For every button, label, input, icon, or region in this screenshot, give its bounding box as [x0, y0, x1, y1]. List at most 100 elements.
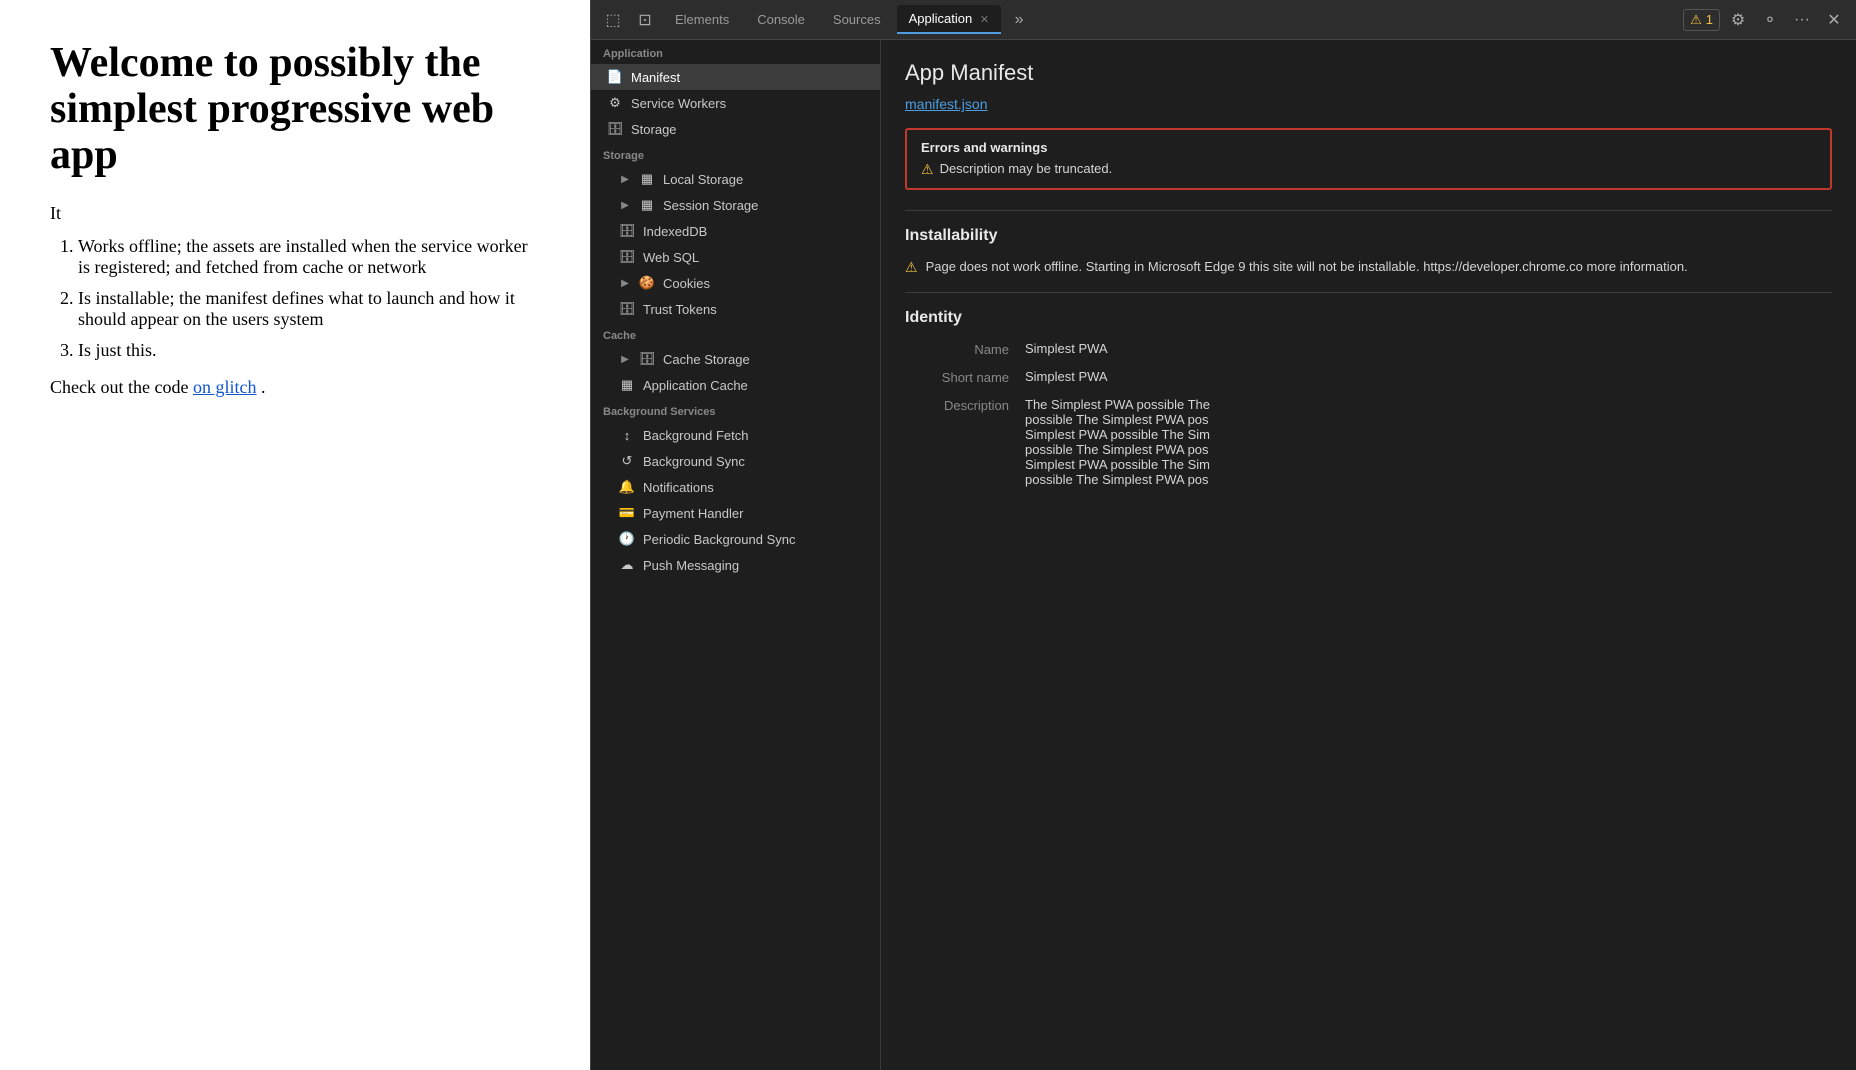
sidebar-label-application-cache: Application Cache	[643, 378, 748, 393]
installability-warning-icon: ⚠	[905, 259, 918, 276]
sidebar-label-local-storage: Local Storage	[663, 172, 743, 187]
devtools-body: Application 📄 Manifest ⚙ Service Workers…	[591, 40, 1856, 1070]
glitch-link[interactable]: on glitch	[193, 377, 257, 397]
sidebar-item-manifest[interactable]: 📄 Manifest	[591, 64, 880, 90]
footer-suffix: .	[261, 377, 266, 397]
expand-cookies-icon: ▶	[619, 277, 631, 289]
sidebar-item-application-cache[interactable]: ▦ Application Cache	[591, 372, 880, 398]
sidebar-label-indexeddb: IndexedDB	[643, 224, 707, 239]
name-label: Name	[905, 341, 1025, 357]
close-devtools-icon[interactable]: ✕	[1820, 6, 1848, 34]
sidebar-item-trust-tokens[interactable]: 🗄 Trust Tokens	[591, 296, 880, 322]
sidebar-item-notifications[interactable]: 🔔 Notifications	[591, 474, 880, 500]
storage-root-icon: 🗄	[607, 121, 623, 137]
manifest-icon: 📄	[607, 69, 623, 85]
devtools-topbar: ⬚ ⊡ Elements Console Sources Application…	[591, 0, 1856, 40]
sidebar-item-service-workers[interactable]: ⚙ Service Workers	[591, 90, 880, 116]
tab-console[interactable]: Console	[745, 6, 817, 33]
footer-prefix: Check out the code	[50, 377, 193, 397]
background-sync-icon: ↺	[619, 453, 635, 469]
section-divider-1	[905, 210, 1832, 211]
warning-badge[interactable]: ⚠ 1	[1683, 9, 1720, 31]
installability-title: Installability	[905, 227, 1832, 245]
desc-line-2: possible The Simplest PWA pos	[1025, 412, 1832, 427]
sidebar-label-storage-root: Storage	[631, 122, 677, 137]
identity-description-row: Description The Simplest PWA possible Th…	[905, 397, 1832, 487]
tab-close-icon[interactable]: ✕	[980, 14, 989, 26]
more-tabs-icon[interactable]: »	[1005, 6, 1033, 34]
sidebar-section-application: Application	[591, 40, 880, 64]
sidebar-label-cookies: Cookies	[663, 276, 710, 291]
local-storage-grid-icon: ▦	[639, 171, 655, 187]
installability-warning: ⚠ Page does not work offline. Starting i…	[905, 259, 1832, 276]
tab-application[interactable]: Application ✕	[897, 5, 1001, 34]
sidebar-item-cache-storage[interactable]: ▶ 🗄 Cache Storage	[591, 346, 880, 372]
devtools-main-panel: App Manifest manifest.json Errors and wa…	[881, 40, 1856, 1070]
description-label: Description	[905, 397, 1025, 413]
expand-cache-storage-icon: ▶	[619, 353, 631, 365]
more-options-icon[interactable]: ···	[1788, 6, 1816, 34]
desc-line-4: possible The Simplest PWA pos	[1025, 442, 1832, 457]
periodic-bg-sync-icon: 🕐	[619, 531, 635, 547]
device-toggle-icon[interactable]: ⊡	[631, 6, 659, 34]
background-fetch-icon: ↕	[619, 427, 635, 443]
inspect-element-icon[interactable]: ⬚	[599, 6, 627, 34]
list-item-1: Works offline; the assets are installed …	[78, 236, 540, 278]
trust-tokens-icon: 🗄	[619, 301, 635, 317]
manifest-json-link[interactable]: manifest.json	[905, 96, 987, 112]
desc-line-5: Simplest PWA possible The Sim	[1025, 457, 1832, 472]
sidebar-item-indexeddb[interactable]: 🗄 IndexedDB	[591, 218, 880, 244]
sidebar-label-push-messaging: Push Messaging	[643, 558, 739, 573]
tab-sources[interactable]: Sources	[821, 6, 893, 33]
warning-text-truncated: Description may be truncated.	[940, 161, 1113, 176]
sidebar-label-service-workers: Service Workers	[631, 96, 726, 111]
sidebar-label-background-fetch: Background Fetch	[643, 428, 749, 443]
sidebar-item-storage-root[interactable]: 🗄 Storage	[591, 116, 880, 142]
settings-icon[interactable]: ⚙	[1724, 6, 1752, 34]
warning-triangle-small-icon: ⚠	[921, 161, 934, 178]
service-workers-icon: ⚙	[607, 95, 623, 111]
sidebar-item-web-sql[interactable]: 🗄 Web SQL	[591, 244, 880, 270]
indexeddb-icon: 🗄	[619, 223, 635, 239]
session-storage-grid-icon: ▦	[639, 197, 655, 213]
short-name-value: Simplest PWA	[1025, 369, 1832, 384]
short-name-label: Short name	[905, 369, 1025, 385]
sidebar-label-web-sql: Web SQL	[643, 250, 699, 265]
cookies-icon: 🍪	[639, 275, 655, 291]
warning-count: 1	[1706, 12, 1713, 27]
page-heading: Welcome to possibly the simplest progres…	[50, 40, 540, 179]
sidebar-item-payment-handler[interactable]: 💳 Payment Handler	[591, 500, 880, 526]
desc-line-6: possible The Simplest PWA pos	[1025, 472, 1832, 487]
sidebar-item-push-messaging[interactable]: ☁ Push Messaging	[591, 552, 880, 578]
cache-storage-icon: 🗄	[639, 351, 655, 367]
sidebar-item-background-sync[interactable]: ↺ Background Sync	[591, 448, 880, 474]
sidebar-label-manifest: Manifest	[631, 70, 680, 85]
description-value: The Simplest PWA possible The possible T…	[1025, 397, 1832, 487]
sidebar-label-periodic-bg-sync: Periodic Background Sync	[643, 532, 795, 547]
page-intro: It	[50, 203, 540, 224]
expand-session-storage-icon: ▶	[619, 199, 631, 211]
sidebar-item-cookies[interactable]: ▶ 🍪 Cookies	[591, 270, 880, 296]
sidebar-label-payment-handler: Payment Handler	[643, 506, 743, 521]
sidebar-item-local-storage[interactable]: ▶ ▦ Local Storage	[591, 166, 880, 192]
devtools-panel: ⬚ ⊡ Elements Console Sources Application…	[590, 0, 1856, 1070]
sidebar-section-storage: Storage	[591, 142, 880, 166]
sidebar-label-cache-storage: Cache Storage	[663, 352, 750, 367]
desc-line-1: The Simplest PWA possible The	[1025, 397, 1832, 412]
identity-short-name-row: Short name Simplest PWA	[905, 369, 1832, 385]
errors-warnings-box: Errors and warnings ⚠ Description may be…	[905, 128, 1832, 190]
sidebar-item-background-fetch[interactable]: ↕ Background Fetch	[591, 422, 880, 448]
sidebar-label-session-storage: Session Storage	[663, 198, 758, 213]
profile-icon[interactable]: ⚬	[1756, 6, 1784, 34]
panel-title: App Manifest	[905, 60, 1832, 86]
web-sql-icon: 🗄	[619, 249, 635, 265]
section-divider-2	[905, 292, 1832, 293]
list-item-2: Is installable; the manifest defines wha…	[78, 288, 540, 330]
sidebar-item-periodic-bg-sync[interactable]: 🕐 Periodic Background Sync	[591, 526, 880, 552]
sidebar-section-cache: Cache	[591, 322, 880, 346]
name-value: Simplest PWA	[1025, 341, 1832, 356]
footer-text: Check out the code on glitch .	[50, 377, 540, 398]
tab-elements[interactable]: Elements	[663, 6, 741, 33]
sidebar-label-notifications: Notifications	[643, 480, 714, 495]
sidebar-item-session-storage[interactable]: ▶ ▦ Session Storage	[591, 192, 880, 218]
